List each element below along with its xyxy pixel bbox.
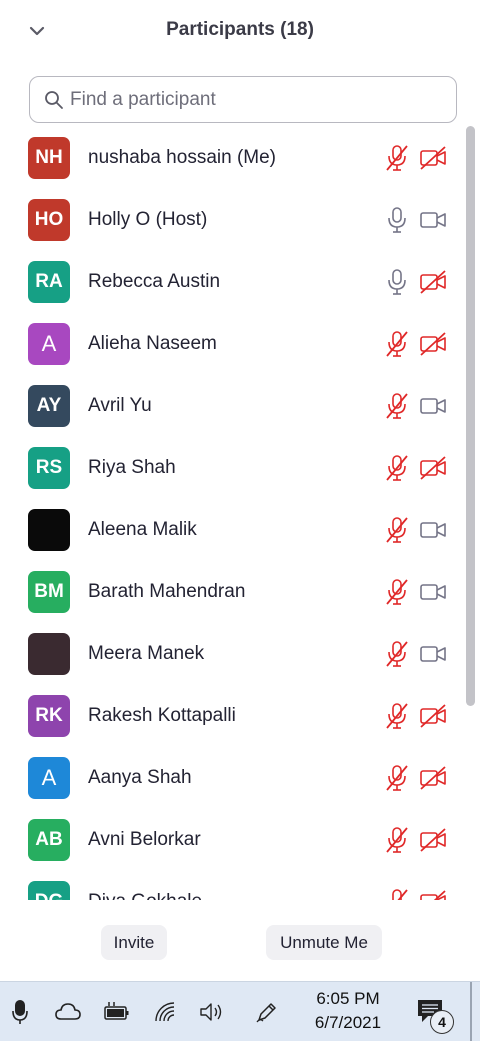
avatar: A [28,757,70,799]
taskbar-edge [470,982,472,1041]
battery-charging-icon[interactable] [103,999,131,1025]
mic-icon[interactable] [385,268,409,296]
search-box[interactable] [29,76,457,123]
avatar: NH [28,137,70,179]
avatar: AB [28,819,70,861]
avatar [28,633,70,675]
cloud-icon[interactable] [53,999,83,1025]
participant-name: Aleena Malik [88,519,197,540]
mic-muted-icon[interactable] [385,888,409,900]
participant-name: Diya Gokhale [88,891,202,900]
microphone-icon[interactable] [10,999,30,1025]
system-clock[interactable]: 6:05 PM 6/7/2021 [296,987,400,1035]
avatar: RA [28,261,70,303]
video-icon[interactable] [419,393,447,419]
participant-name: Rebecca Austin [88,271,221,292]
participant-name: Avni Belorkar [88,829,201,850]
avatar: RK [28,695,70,737]
participant-name: Meera Manek [88,643,205,664]
video-off-icon[interactable] [419,703,447,729]
participant-name: Holly O (Host) [88,209,208,230]
unmute-me-button[interactable]: Unmute Me [266,925,382,960]
avatar [28,509,70,551]
participant-row[interactable]: HO Holly O (Host) [0,190,460,252]
participant-name: Aanya Shah [88,767,192,788]
participant-list: NH nushaba hossain (Me) HO Holly O (Host) RA… [0,128,480,900]
mic-muted-icon[interactable] [385,826,409,854]
panel-title: Participants (18) [166,19,314,40]
mic-muted-icon[interactable] [385,764,409,792]
notification-count-badge: 4 [430,1010,454,1034]
participant-row[interactable]: AY Avril Yu [0,376,460,438]
clock-time: 6:05 PM [316,989,380,1008]
participant-row[interactable]: NH nushaba hossain (Me) [0,128,460,190]
mic-icon[interactable] [385,206,409,234]
video-off-icon[interactable] [419,331,447,357]
video-off-icon[interactable] [419,455,447,481]
video-icon[interactable] [419,207,447,233]
clock-date: 6/7/2021 [314,1013,382,1032]
participant-name: Rakesh Kottapalli [88,705,236,726]
mic-muted-icon[interactable] [385,516,409,544]
avatar: DG [28,881,70,900]
video-off-icon[interactable] [419,889,447,900]
mic-muted-icon[interactable] [385,578,409,606]
pen-icon[interactable] [255,999,279,1025]
video-icon[interactable] [419,641,447,667]
participant-row[interactable]: Aleena Malik [0,500,460,562]
participant-row[interactable]: RS Riya Shah [0,438,460,500]
participants-header: Participants (18) [0,0,480,62]
mic-muted-icon[interactable] [385,702,409,730]
footer-bar: Invite Unmute Me [0,900,480,980]
video-off-icon[interactable] [419,827,447,853]
mic-muted-icon[interactable] [385,392,409,420]
volume-icon[interactable] [199,999,225,1025]
participant-row[interactable]: Meera Manek [0,624,460,686]
mic-muted-icon[interactable] [385,640,409,668]
participant-row[interactable]: A Aanya Shah [0,748,460,810]
participant-name: nushaba hossain (Me) [88,147,276,168]
participant-name: Barath Mahendran [88,581,246,602]
participant-row[interactable]: AB Avni Belorkar [0,810,460,872]
participant-name: Alieha Naseem [88,333,217,354]
participant-name: Riya Shah [88,457,176,478]
video-off-icon[interactable] [419,765,447,791]
avatar: HO [28,199,70,241]
video-off-icon[interactable] [419,269,447,295]
participant-row[interactable]: RK Rakesh Kottapalli [0,686,460,748]
mic-muted-icon[interactable] [385,330,409,358]
scrollbar[interactable] [464,126,476,900]
search-input[interactable] [70,88,430,111]
participant-row[interactable]: BM Barath Mahendran [0,562,460,624]
avatar: A [28,323,70,365]
avatar: AY [28,385,70,427]
scrollbar-thumb[interactable] [466,126,475,706]
notification-center-button[interactable]: 4 [414,996,458,1036]
invite-button[interactable]: Invite [101,925,167,960]
taskbar: 6:05 PM 6/7/2021 4 [0,981,480,1041]
avatar: BM [28,571,70,613]
video-off-icon[interactable] [419,145,447,171]
mic-muted-icon[interactable] [385,144,409,172]
video-icon[interactable] [419,579,447,605]
avatar: RS [28,447,70,489]
video-icon[interactable] [419,517,447,543]
search-icon [45,90,63,109]
participant-row[interactable]: DG Diya Gokhale [0,872,460,900]
wifi-icon[interactable] [153,999,177,1025]
participant-row[interactable]: RA Rebecca Austin [0,252,460,314]
participant-row[interactable]: A Alieha Naseem [0,314,460,376]
mic-muted-icon[interactable] [385,454,409,482]
participant-name: Avril Yu [88,395,152,416]
